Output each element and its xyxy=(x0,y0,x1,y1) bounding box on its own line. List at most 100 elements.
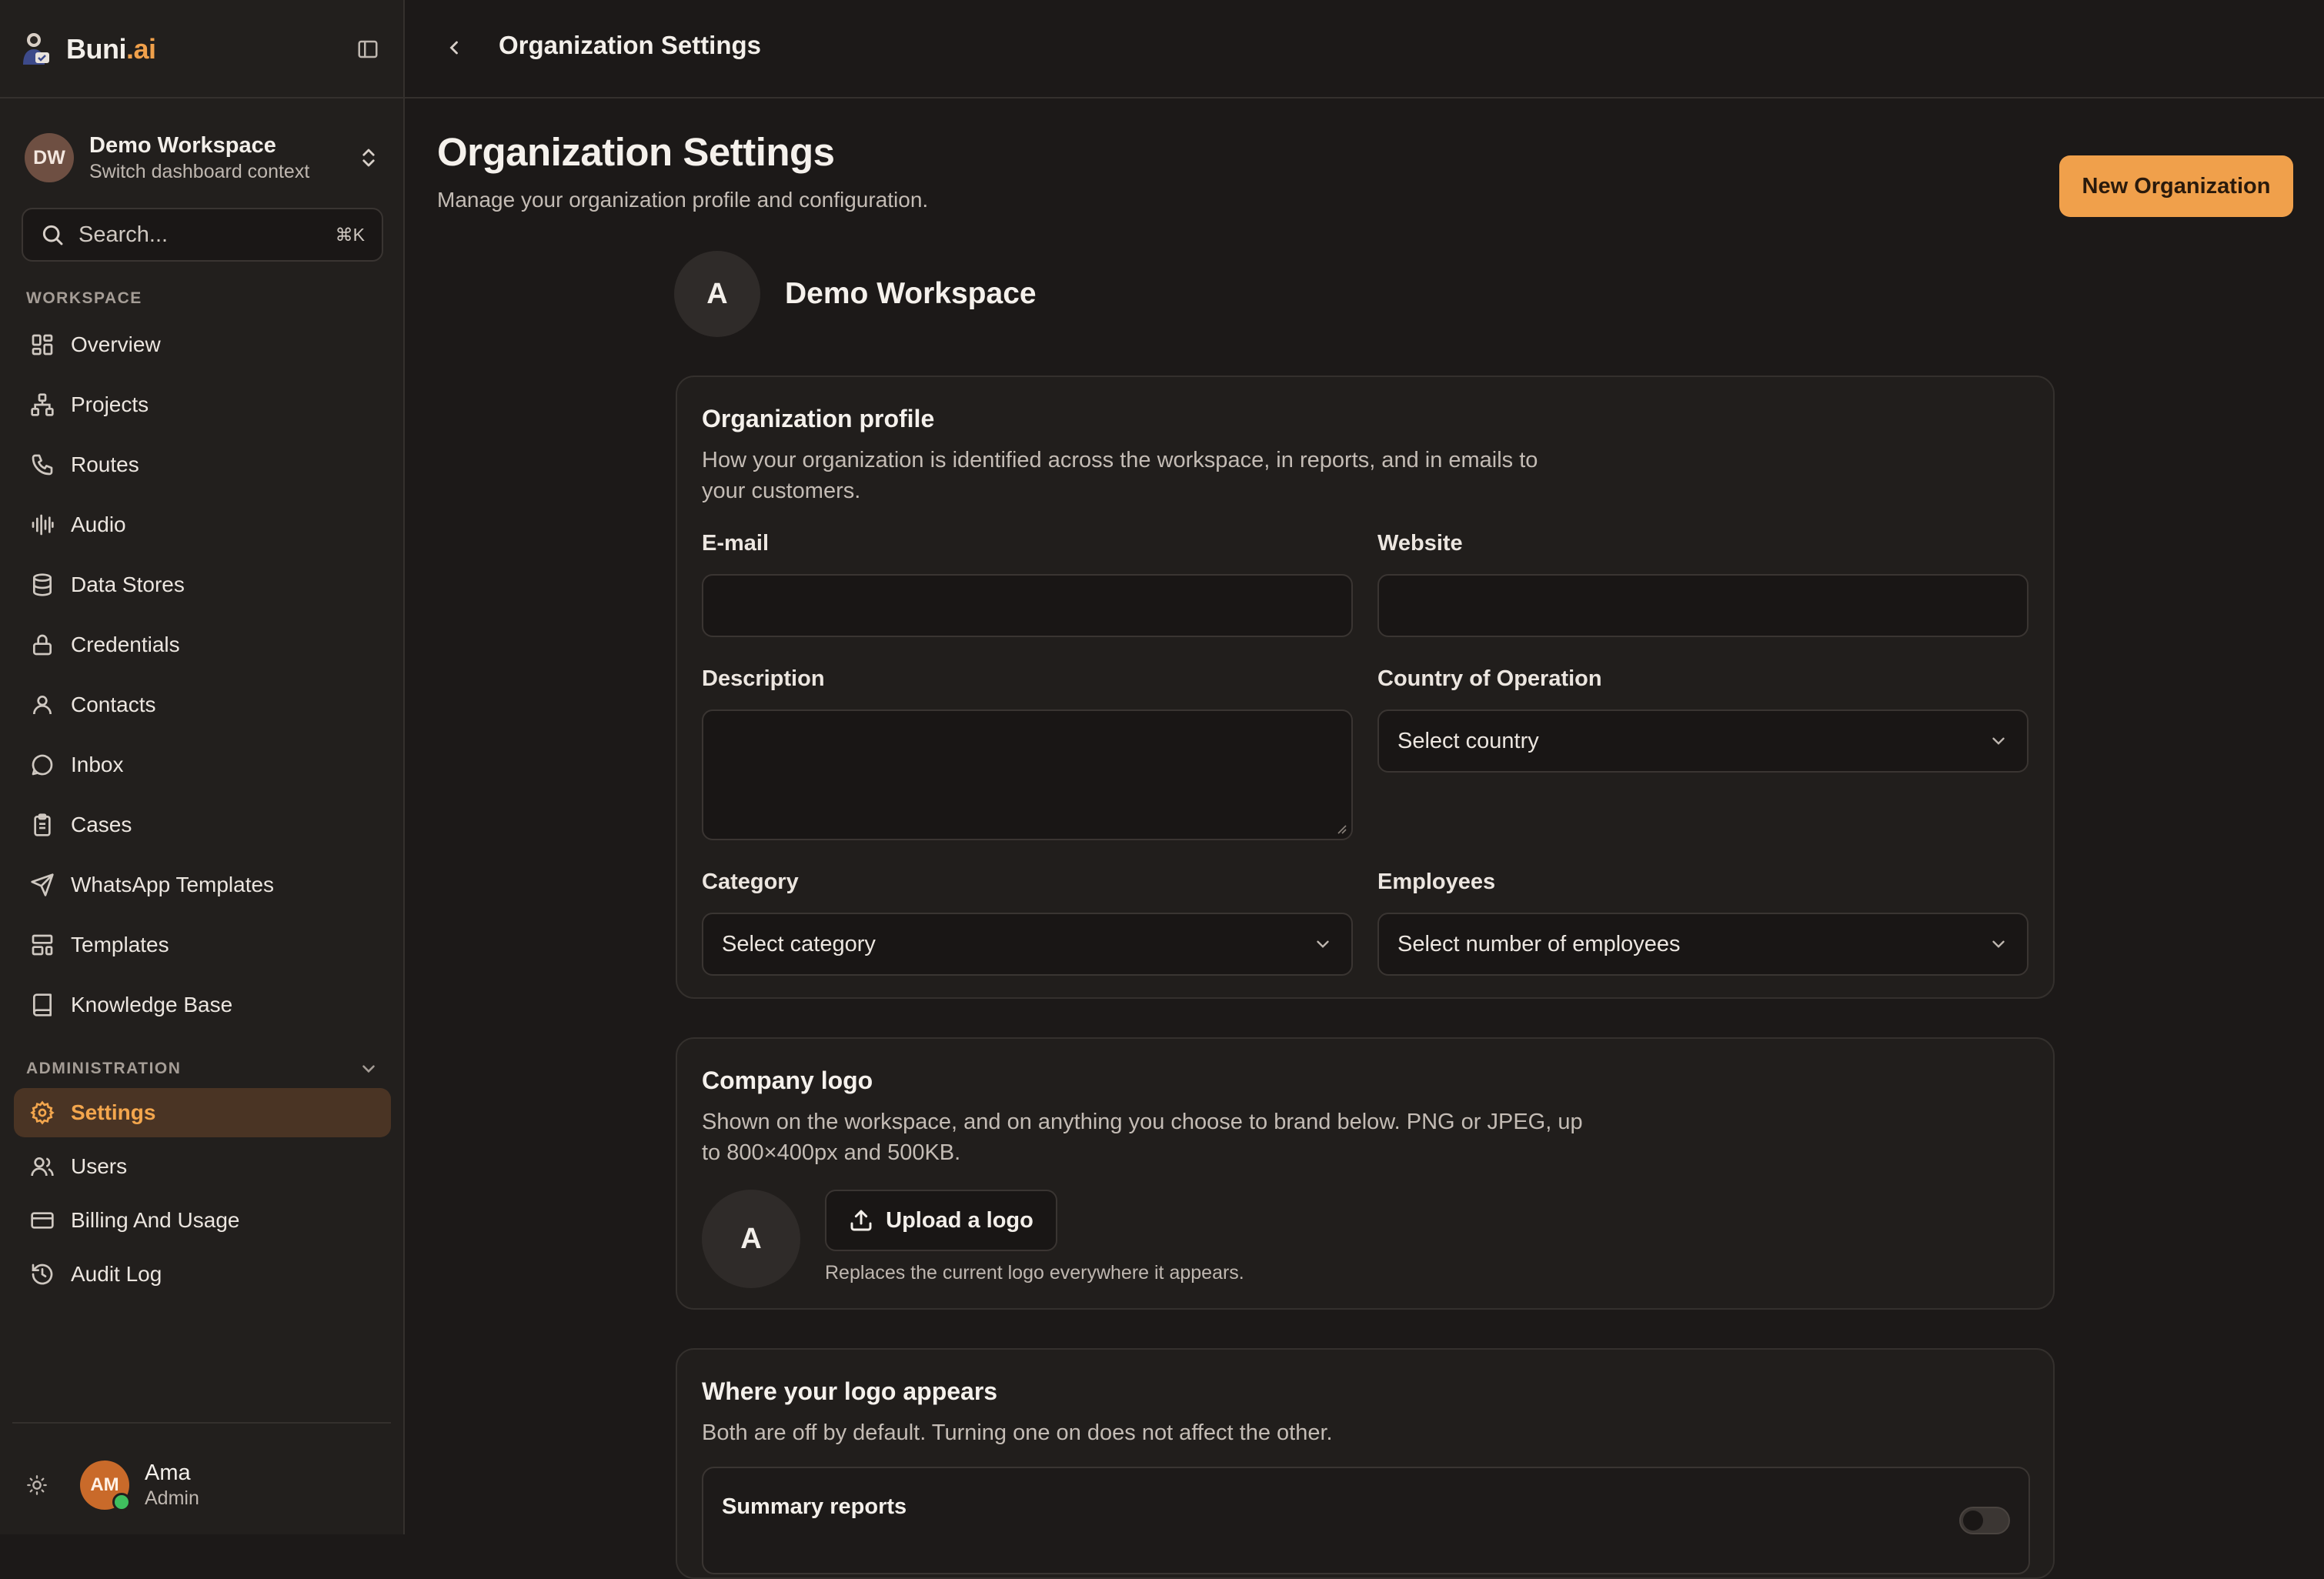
workspace-name: Demo Workspace xyxy=(89,133,276,158)
employees-select-value: Select number of employees xyxy=(1397,931,1681,956)
email-field[interactable] xyxy=(702,574,1353,637)
website-label: Website xyxy=(1377,531,1463,556)
sidebar-item-knowledge-base[interactable]: Knowledge Base xyxy=(14,980,391,1030)
sidebar-item-cases[interactable]: Cases xyxy=(14,800,391,850)
user-name: Ama xyxy=(145,1460,191,1485)
logo-preview-avatar: A xyxy=(702,1190,800,1288)
sidebar-footer-divider xyxy=(12,1422,391,1424)
search-shortcut: ⌘K xyxy=(335,224,365,245)
country-select[interactable]: Select country xyxy=(1377,709,2028,773)
workspace-switcher[interactable]: DW Demo Workspace Switch dashboard conte… xyxy=(25,129,380,186)
company-logo-card: Company logo Shown on the workspace, and… xyxy=(676,1037,2055,1310)
sidebar-item-label: Credentials xyxy=(71,633,180,656)
organization-profile-card: Organization profile How your organizati… xyxy=(676,376,2055,999)
sidebar-item-settings[interactable]: Settings xyxy=(14,1088,391,1137)
employees-select[interactable]: Select number of employees xyxy=(1377,913,2028,976)
grid-icon xyxy=(32,334,53,356)
upload-logo-label: Upload a logo xyxy=(886,1207,1033,1233)
user-role: Admin xyxy=(145,1487,199,1509)
database-icon xyxy=(33,573,52,596)
workspace-subtitle: Switch dashboard context xyxy=(89,161,310,182)
chevron-left-icon xyxy=(449,41,458,55)
description-label: Description xyxy=(702,666,825,691)
description-textarea[interactable] xyxy=(702,709,1353,840)
chevron-down-icon xyxy=(1992,737,2005,745)
book-icon xyxy=(33,993,52,1017)
search-input[interactable]: Search... ⌘K xyxy=(22,208,383,262)
sidebar-item-overview[interactable]: Overview xyxy=(14,320,391,369)
avatar: AM xyxy=(80,1460,131,1511)
administration-section-label: ADMINISTRATION xyxy=(26,1060,182,1077)
sidebar-item-inbox[interactable]: Inbox xyxy=(14,740,391,790)
credit-card-icon xyxy=(31,1212,54,1229)
sidebar-item-label: Routes xyxy=(71,452,139,476)
country-select-value: Select country xyxy=(1397,728,1539,753)
lock-icon xyxy=(33,634,52,656)
theme-toggle-button[interactable] xyxy=(22,1470,52,1501)
card-description: How your organization is identified acro… xyxy=(702,448,1538,503)
page-title: Organization Settings xyxy=(437,130,835,174)
phone-icon xyxy=(32,454,53,476)
card-title: Organization profile xyxy=(702,405,935,432)
workspace-section-label: WORKSPACE xyxy=(26,289,142,307)
sidebar-item-label: Audio xyxy=(71,512,126,536)
sidebar-item-label: Templates xyxy=(71,933,169,956)
sidebar-item-label: Cases xyxy=(71,813,132,836)
audio-waveform-icon xyxy=(32,514,54,536)
sidebar-item-routes[interactable]: Routes xyxy=(14,440,391,489)
sidebar-item-label: Contacts xyxy=(71,693,156,716)
chevron-down-icon xyxy=(1992,940,2005,948)
sidebar-item-contacts[interactable]: Contacts xyxy=(14,680,391,729)
brand[interactable]: Buni.ai xyxy=(15,28,156,71)
message-circle-icon xyxy=(32,754,53,776)
projects-icon xyxy=(31,393,54,416)
resize-handle-icon[interactable] xyxy=(1334,822,1347,834)
sidebar-item-label: Billing And Usage xyxy=(71,1208,240,1232)
sidebar-item-billing[interactable]: Billing And Usage xyxy=(14,1196,391,1245)
sidebar-item-templates[interactable]: Templates xyxy=(14,920,391,970)
sidebar-item-label: Overview xyxy=(71,332,161,356)
category-select[interactable]: Select category xyxy=(702,913,1353,976)
email-label: E-mail xyxy=(702,531,770,556)
chevrons-up-down-icon xyxy=(362,149,375,167)
sidebar-item-projects[interactable]: Projects xyxy=(14,380,391,429)
upload-hint: Replaces the current logo everywhere it … xyxy=(825,1262,1244,1284)
online-status-dot xyxy=(112,1493,131,1511)
clipboard-icon xyxy=(34,813,51,836)
logo-placement-card: Where your logo appears Both are off by … xyxy=(676,1348,2055,1579)
sidebar-item-label: Users xyxy=(71,1154,128,1178)
send-icon xyxy=(31,873,54,896)
brand-name: Buni.ai xyxy=(66,33,156,65)
sidebar-item-users[interactable]: Users xyxy=(14,1142,391,1191)
workspace-avatar: DW xyxy=(25,133,74,182)
back-button[interactable] xyxy=(439,32,469,63)
brand-logo-icon xyxy=(23,33,49,65)
organization-header: A Demo Workspace xyxy=(674,251,1037,337)
sidebar-toggle-button[interactable] xyxy=(352,34,383,65)
country-label: Country of Operation xyxy=(1377,666,1602,691)
sidebar-item-audit-log[interactable]: Audit Log xyxy=(14,1250,391,1299)
sidebar-item-audio[interactable]: Audio xyxy=(14,500,391,549)
layout-template-icon xyxy=(32,934,53,956)
sidebar-item-data-stores[interactable]: Data Stores xyxy=(14,560,391,609)
chevron-down-icon[interactable] xyxy=(359,1059,379,1079)
new-organization-button[interactable]: New Organization xyxy=(2059,155,2293,217)
category-label: Category xyxy=(702,870,799,894)
sidebar-item-credentials[interactable]: Credentials xyxy=(14,620,391,669)
card-description: Both are off by default. Turning one on … xyxy=(702,1420,1333,1445)
sidebar-item-label: Projects xyxy=(71,392,149,416)
summary-reports-row: Summary reports xyxy=(702,1467,2030,1574)
sidebar-item-label: Inbox xyxy=(71,753,124,776)
card-title: Company logo xyxy=(702,1067,873,1094)
employees-label: Employees xyxy=(1377,870,1496,894)
upload-logo-button[interactable]: Upload a logo xyxy=(825,1190,1057,1251)
summary-reports-toggle[interactable] xyxy=(1959,1507,2010,1534)
history-icon xyxy=(32,1264,53,1285)
panel-left-icon xyxy=(358,40,378,58)
sidebar-divider xyxy=(0,97,403,98)
user-menu[interactable]: AM Ama Admin xyxy=(22,1454,383,1516)
website-field[interactable] xyxy=(1377,574,2028,637)
chevron-down-icon xyxy=(1317,940,1329,948)
sidebar-item-whatsapp-templates[interactable]: WhatsApp Templates xyxy=(14,860,391,910)
sidebar: Buni.ai DW Demo Workspace Switch dashboa… xyxy=(0,0,405,1534)
